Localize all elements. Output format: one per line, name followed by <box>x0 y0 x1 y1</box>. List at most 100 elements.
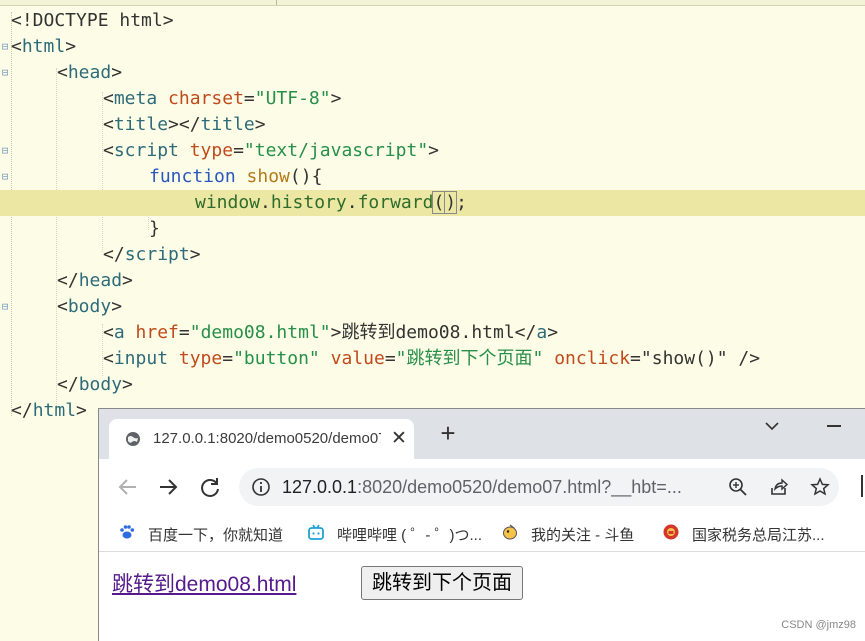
code-line-7[interactable]: ⊟ function show(){ <box>0 164 865 190</box>
tab-close-icon[interactable]: ✕ <box>389 427 409 450</box>
attr-name: href <box>135 322 179 343</box>
punct: = <box>233 140 244 161</box>
douyu-fish-icon <box>503 524 517 540</box>
object-name: window <box>195 192 261 213</box>
text-content: >跳转到demo08.html</ <box>330 322 537 343</box>
url-path: :8020/demo0520/demo07.html?__hbt=... <box>357 477 682 497</box>
tag-name: html <box>32 400 77 421</box>
page-content: 跳转到demo08.html 跳转到下个页面 CSDN @jmz98 <box>99 552 865 641</box>
globe-icon <box>126 432 140 446</box>
minimize-icon[interactable] <box>827 425 841 427</box>
punct: < <box>103 140 114 161</box>
code-line-15[interactable]: </body> <box>0 372 865 398</box>
url-host: 127.0.0.1 <box>282 477 358 497</box>
code-line-4[interactable]: <meta charset="UTF-8"> <box>0 86 865 112</box>
bookmark-baidu[interactable]: 百度一下，你就知道 <box>148 524 283 545</box>
punct: < <box>57 62 68 83</box>
bracket-match: ( <box>432 191 446 214</box>
attr-name: charset <box>168 88 244 109</box>
punct: < <box>103 114 114 135</box>
punct: > <box>254 114 266 135</box>
punct: > <box>189 244 201 265</box>
bookmark-bilibili[interactable]: 哔哩哔哩 ( ゜- ゜)つ... <box>337 524 482 545</box>
tag-name: a <box>536 322 548 343</box>
fold-minus-icon[interactable]: ⊟ <box>0 294 10 320</box>
fold-minus-icon[interactable]: ⊟ <box>0 164 10 190</box>
punct: > <box>122 270 133 291</box>
info-icon[interactable] <box>251 477 271 497</box>
tab-strip: 127.0.0.1:8020/demo0520/demo07.html ✕ + <box>99 409 865 459</box>
punct: > <box>65 36 77 57</box>
tag-name: a <box>113 322 125 343</box>
punct: < <box>57 296 68 317</box>
code-line-14[interactable]: <input type="button" value="跳转到下个页面" onc… <box>0 346 865 372</box>
keyword: function <box>149 166 236 187</box>
share-icon[interactable] <box>769 477 789 497</box>
browser-toolbar: 127.0.0.1:8020/demo0520/demo07.html?__hb… <box>99 459 865 515</box>
url-text[interactable]: 127.0.0.1:8020/demo0520/demo07.html?__hb… <box>282 477 682 498</box>
punct: </ <box>11 400 33 421</box>
bookmark-douyu[interactable]: 我的关注 - 斗鱼 <box>531 524 634 545</box>
attr-value: "show()" <box>640 348 728 369</box>
doctype-text: <!DOCTYPE html> <box>11 10 174 31</box>
punct: > <box>428 140 439 161</box>
new-tab-button[interactable]: + <box>434 419 462 447</box>
punct: < <box>103 322 114 343</box>
fold-minus-icon[interactable]: ⊟ <box>0 138 10 164</box>
punct: ; <box>456 192 467 213</box>
attr-value: "UTF-8" <box>254 88 331 109</box>
punct: (){ <box>289 166 323 187</box>
code-line-11[interactable]: </head> <box>0 268 865 294</box>
punct: = <box>384 348 396 369</box>
code-line-6[interactable]: ⊟ <script type="text/javascript"> <box>0 138 865 164</box>
code-line-1[interactable]: <!DOCTYPE html> <box>0 8 865 34</box>
fold-minus-icon[interactable]: ⊟ <box>0 34 10 60</box>
code-line-3[interactable]: ⊟ <head> <box>0 60 865 86</box>
punct: /> <box>727 348 761 369</box>
code-line-5[interactable]: <title></title> <box>0 112 865 138</box>
code-line-2[interactable]: ⊟ <html> <box>0 34 865 60</box>
zoom-icon[interactable] <box>728 477 748 497</box>
code-line-9[interactable]: } <box>0 216 865 242</box>
editor-top-divider <box>276 0 277 5</box>
code-editor[interactable]: <!DOCTYPE html> ⊟ <html> ⊟ <head> <meta ch… <box>0 6 865 426</box>
code-line-13[interactable]: <a href="demo08.html">跳转到demo08.html</a> <box>0 320 865 346</box>
attr-name: type <box>189 140 234 161</box>
attr-value: "跳转到下个页面" <box>395 348 544 369</box>
watermark-text: CSDN @jmz98 <box>781 619 856 631</box>
toolbar-overflow-edge <box>861 475 863 497</box>
punct: > <box>122 374 133 395</box>
punct: . <box>260 192 271 213</box>
punct: . <box>346 192 358 213</box>
bookmark-tax-bureau[interactable]: 国家税务总局江苏... <box>692 524 825 545</box>
punct: > <box>547 322 559 343</box>
back-icon[interactable] <box>113 472 143 502</box>
forward-icon[interactable] <box>153 472 183 502</box>
bracket-match: ) <box>444 191 458 214</box>
punct: > <box>111 296 123 317</box>
punct: </ <box>103 244 125 265</box>
reload-icon[interactable] <box>195 472 225 502</box>
tab-title: 127.0.0.1:8020/demo0520/demo07.html <box>153 430 381 447</box>
demo08-link[interactable]: 跳转到demo08.html <box>112 568 296 598</box>
punct: ></ <box>168 114 201 135</box>
browser-tab-active[interactable]: 127.0.0.1:8020/demo0520/demo07.html ✕ <box>109 419 414 459</box>
tax-emblem-icon <box>663 524 679 540</box>
code-line-10[interactable]: </script> <box>0 242 865 268</box>
address-bar[interactable]: 127.0.0.1:8020/demo0520/demo07.html?__hb… <box>239 468 839 506</box>
tag-name: script <box>124 244 190 265</box>
tag-name: head <box>67 62 112 83</box>
tag-name: input <box>113 348 169 369</box>
punct: = <box>178 322 190 343</box>
code-line-8-current[interactable]: window.history.forward(); <box>0 190 865 216</box>
punct: > <box>76 400 87 421</box>
chevron-down-icon[interactable] <box>763 419 781 433</box>
code-line-12[interactable]: ⊟ <body> <box>0 294 865 320</box>
punct: < <box>103 348 114 369</box>
star-icon[interactable] <box>810 477 830 497</box>
next-page-button[interactable]: 跳转到下个页面 <box>361 566 523 600</box>
tag-name: script <box>113 140 179 161</box>
punct: < <box>11 36 22 57</box>
fold-minus-icon[interactable]: ⊟ <box>0 60 10 86</box>
punct: </ <box>57 374 79 395</box>
